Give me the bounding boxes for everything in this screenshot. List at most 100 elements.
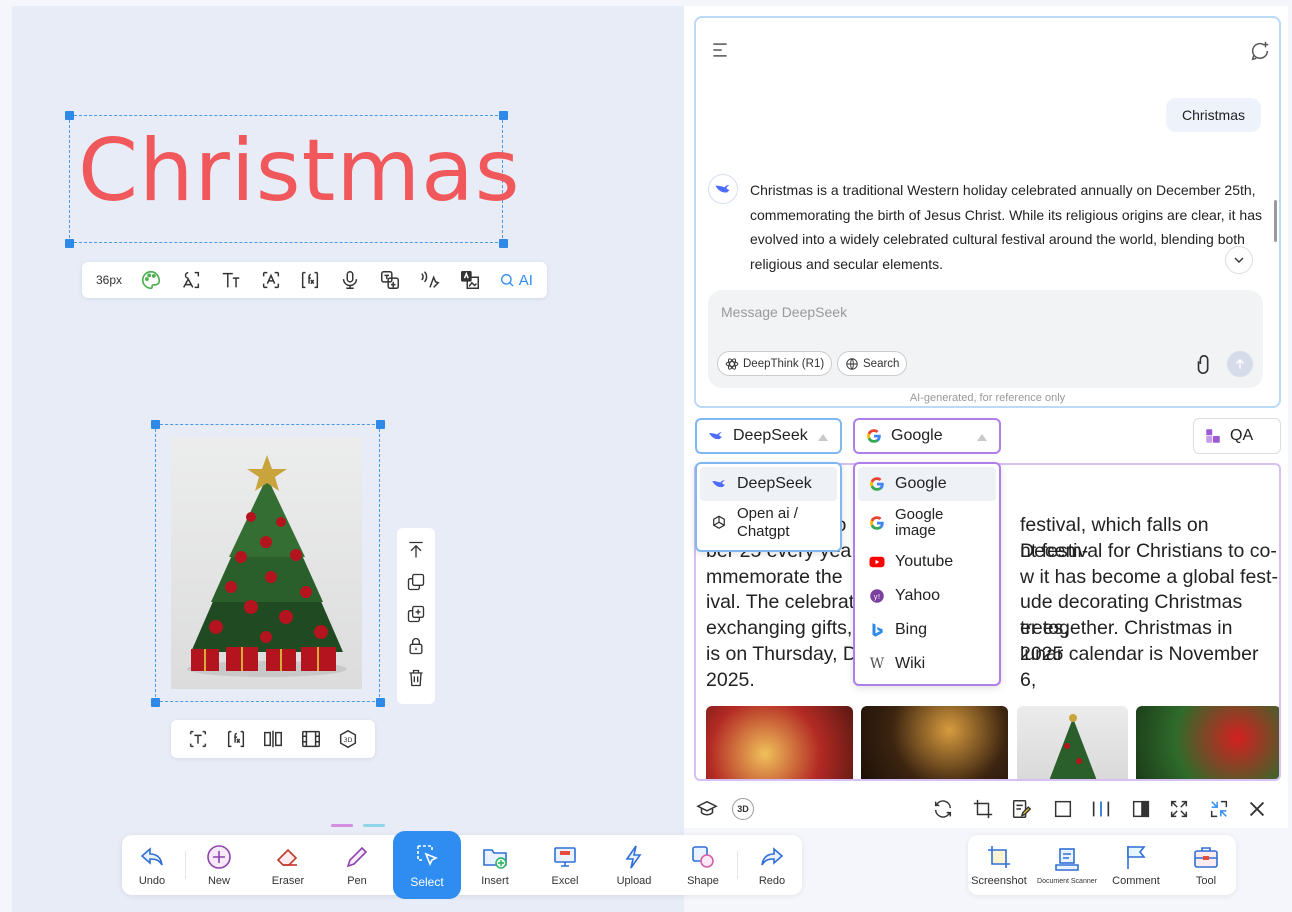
flag-icon (1127, 846, 1146, 869)
svg-text:y!: y! (874, 593, 881, 601)
page-indicator[interactable] (363, 824, 385, 827)
comment-button[interactable]: Comment (1108, 835, 1164, 895)
font-size-value[interactable]: 36px (96, 273, 122, 287)
undo-button[interactable]: Undo (122, 835, 182, 895)
add-copy-icon[interactable] (406, 604, 426, 629)
insert-button[interactable]: Insert (465, 835, 525, 895)
excel-button[interactable]: Excel (535, 835, 595, 895)
three-d-button[interactable]: 3D (732, 798, 754, 820)
select-button[interactable]: Select (393, 831, 461, 899)
send-button[interactable] (1227, 351, 1253, 377)
caret-up-icon (977, 434, 987, 441)
utility-toolbar: Screenshot Document Scanner Comment Tool (968, 835, 1236, 895)
resize-handle[interactable] (376, 698, 385, 707)
side-panel-icon[interactable] (1130, 798, 1152, 820)
bring-to-top-icon[interactable] (406, 540, 426, 565)
model-option-deepseek[interactable]: DeepSeek (700, 467, 837, 501)
model-selector[interactable]: DeepSeek (695, 418, 842, 454)
shrink-icon[interactable] (1208, 798, 1230, 820)
graduation-cap-icon[interactable] (696, 798, 718, 820)
text-style-icon[interactable] (260, 269, 282, 291)
mirror-icon[interactable] (262, 728, 284, 750)
shape-button[interactable]: Shape (673, 835, 733, 895)
film-icon[interactable] (300, 728, 322, 750)
resize-handle[interactable] (65, 239, 74, 248)
eraser-button[interactable]: Eraser (258, 835, 318, 895)
model-option-chatgpt[interactable]: Open ai / Chatgpt (700, 501, 837, 545)
tool-button[interactable]: Tool (1180, 835, 1232, 895)
attachment-icon[interactable] (1193, 353, 1215, 375)
document-scanner-button[interactable]: Document Scanner (1034, 835, 1100, 895)
page-indicator[interactable] (331, 824, 353, 827)
youtube-icon (869, 556, 885, 568)
engine-option-bing[interactable]: Bing (858, 613, 996, 647)
resize-handle[interactable] (376, 420, 385, 429)
result-image-thumbnail[interactable] (706, 706, 853, 779)
excel-icon (554, 847, 576, 867)
engine-option-yahoo[interactable]: y! Yahoo (858, 579, 996, 613)
engine-option-wiki[interactable]: W Wiki (858, 647, 996, 681)
search-toggle[interactable]: Search (837, 351, 908, 376)
qa-icon (1206, 429, 1220, 443)
menu-icon[interactable] (710, 40, 730, 60)
result-image-thumbnail[interactable] (1136, 706, 1279, 779)
resize-handle[interactable] (65, 111, 74, 120)
ocr-text-icon[interactable] (187, 728, 209, 750)
caret-up-icon (818, 434, 828, 441)
resize-handle[interactable] (499, 111, 508, 120)
chat-scrollbar[interactable] (1274, 200, 1277, 242)
message-input[interactable]: Message DeepSeek (721, 304, 847, 320)
engine-option-google-image[interactable]: Google image (858, 501, 996, 545)
engine-option-google[interactable]: Google (858, 467, 996, 501)
microphone-icon[interactable] (339, 269, 361, 291)
message-input-area[interactable]: Message DeepSeek DeepThink (R1) Search (708, 290, 1263, 388)
christmas-title-text[interactable]: Christmas (78, 128, 521, 214)
scroll-down-button[interactable] (1225, 246, 1253, 274)
qa-button[interactable]: QA (1193, 418, 1281, 454)
deepthink-toggle[interactable]: DeepThink (R1) (717, 351, 833, 376)
bing-icon (872, 623, 883, 637)
font-size-icon[interactable] (220, 269, 242, 291)
redo-button[interactable]: Redo (742, 835, 802, 895)
resize-handle[interactable] (499, 239, 508, 248)
search-engine-selector[interactable]: Google (853, 418, 1001, 454)
christmas-tree-image[interactable] (171, 437, 362, 689)
new-chat-icon[interactable] (1249, 40, 1271, 62)
full-panel-icon[interactable] (1052, 798, 1074, 820)
close-icon[interactable] (1246, 798, 1268, 820)
new-label: New (207, 875, 230, 887)
lock-icon[interactable] (406, 636, 426, 661)
result-line-left: exchanging gifts, (706, 617, 853, 640)
upload-button[interactable]: Upload (604, 835, 664, 895)
delete-icon[interactable] (406, 668, 426, 693)
palette-icon[interactable] (140, 269, 162, 291)
result-image-thumbnail[interactable] (1017, 706, 1128, 779)
formula-icon[interactable] (299, 269, 321, 291)
pen-button[interactable]: Pen (327, 835, 387, 895)
undo-icon (140, 847, 163, 866)
read-aloud-icon[interactable] (419, 269, 441, 291)
split-view-icon[interactable] (1090, 798, 1112, 820)
search-engine-label: Google (891, 427, 943, 444)
crop-icon[interactable] (972, 798, 994, 820)
eraser-icon (276, 848, 298, 866)
text-to-image-icon[interactable] (459, 269, 481, 291)
resize-handle[interactable] (151, 698, 160, 707)
refresh-icon[interactable] (932, 798, 954, 820)
pen-label: Pen (347, 875, 367, 887)
resize-handle[interactable] (151, 420, 160, 429)
screenshot-button[interactable]: Screenshot (971, 835, 1027, 895)
engine-option-youtube[interactable]: Youtube (858, 545, 996, 579)
image-formula-icon[interactable] (225, 728, 247, 750)
redo-label: Redo (758, 875, 786, 887)
three-d-model-icon[interactable]: 3D (337, 728, 359, 750)
translate-icon[interactable] (379, 269, 401, 291)
expand-icon[interactable] (1168, 798, 1190, 820)
duplicate-icon[interactable] (406, 572, 426, 597)
edit-document-icon[interactable] (1010, 798, 1032, 820)
ai-button[interactable]: AI (499, 272, 533, 289)
text-case-icon[interactable] (180, 269, 202, 291)
svg-text:3D: 3D (343, 736, 352, 744)
result-image-thumbnail[interactable] (861, 706, 1008, 779)
new-button[interactable]: New (189, 835, 249, 895)
